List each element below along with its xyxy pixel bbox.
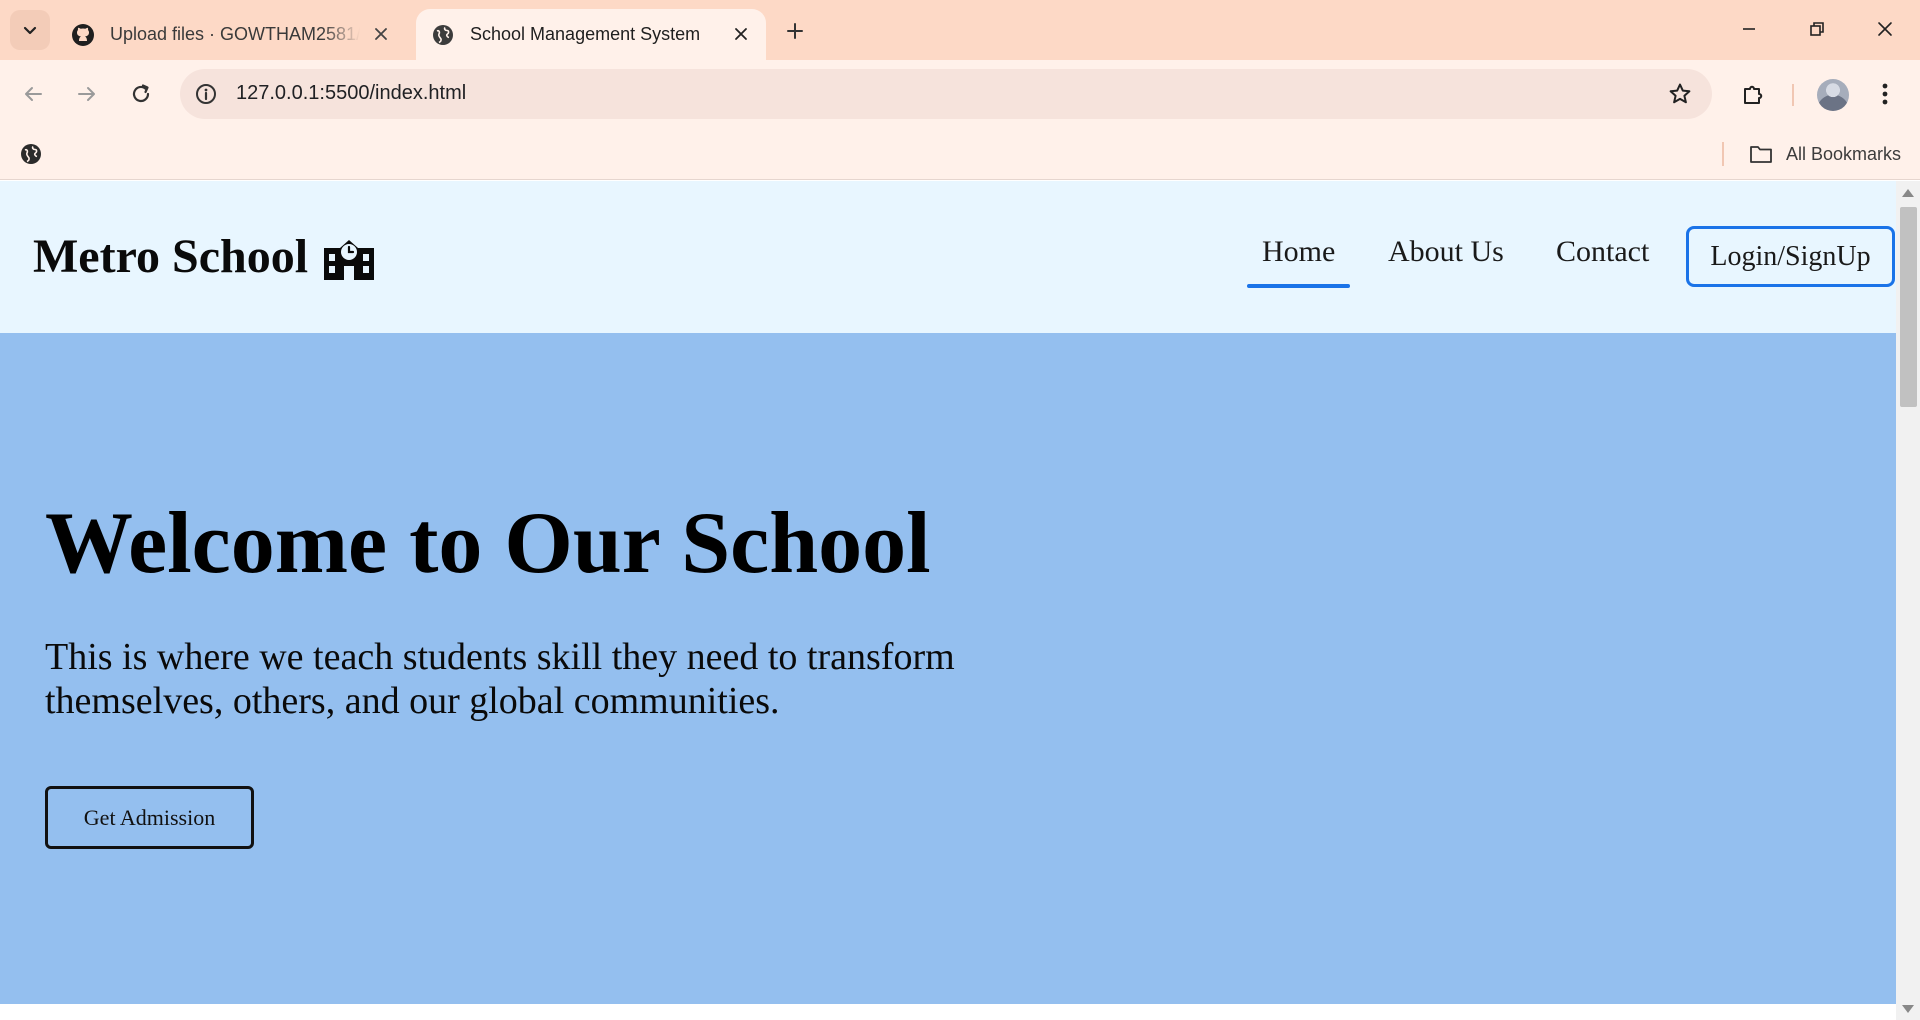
- more-vertical-icon: [1882, 83, 1888, 105]
- site-header: Metro School Home About Us Contact Login…: [0, 181, 1896, 333]
- chevron-down-icon: [23, 26, 37, 35]
- close-icon: [1878, 22, 1892, 36]
- arrow-left-icon: [25, 87, 42, 101]
- bookmarks-bar: All Bookmarks: [0, 128, 1920, 180]
- browser-toolbar: 127.0.0.1:5500/index.html: [0, 60, 1920, 128]
- tab-github-upload[interactable]: Upload files · GOWTHAM2581/: [56, 9, 406, 60]
- minimize-icon: [1743, 28, 1755, 30]
- hero-section: Welcome to Our School This is where we t…: [0, 333, 1896, 1004]
- restore-button[interactable]: [1802, 14, 1832, 44]
- close-tab-icon[interactable]: [730, 23, 752, 45]
- scroll-down-arrow-icon[interactable]: [1902, 1005, 1914, 1013]
- minimize-button[interactable]: [1734, 14, 1764, 44]
- back-button[interactable]: [16, 77, 50, 111]
- tab-school-management[interactable]: School Management System: [416, 9, 766, 60]
- tab-search-button[interactable]: [10, 10, 50, 50]
- scrollbar-thumb[interactable]: [1900, 207, 1917, 407]
- plus-icon: [787, 23, 803, 39]
- hero-description: This is where we teach students skill th…: [45, 636, 955, 722]
- scroll-up-arrow-icon[interactable]: [1902, 189, 1914, 197]
- close-tab-icon[interactable]: [370, 23, 392, 45]
- github-icon: [70, 22, 96, 48]
- nav-about-link[interactable]: About Us: [1388, 235, 1504, 269]
- folder-icon: [1748, 143, 1774, 165]
- tab-title: Upload files · GOWTHAM2581/: [110, 24, 360, 44]
- browser-window: Upload files · GOWTHAM2581/ School Manag…: [0, 0, 1920, 1020]
- profile-avatar[interactable]: [1817, 79, 1849, 111]
- page-bottom-edge: [0, 1004, 1896, 1020]
- extensions-button[interactable]: [1737, 77, 1771, 111]
- close-window-button[interactable]: [1870, 14, 1900, 44]
- reload-icon: [132, 84, 150, 103]
- restore-icon: [1810, 22, 1824, 36]
- toolbar-separator: [1792, 84, 1794, 106]
- get-admission-button[interactable]: Get Admission: [45, 786, 254, 849]
- nav-contact-link[interactable]: Contact: [1556, 235, 1649, 269]
- bookmark-star-icon[interactable]: [1666, 80, 1694, 108]
- url-text[interactable]: 127.0.0.1:5500/index.html: [236, 82, 466, 105]
- page-viewport: Metro School Home About Us Contact Login…: [0, 181, 1896, 1004]
- logo-text: Metro School: [33, 230, 309, 283]
- new-tab-button[interactable]: [780, 16, 810, 46]
- reload-button[interactable]: [124, 77, 158, 111]
- all-bookmarks-button[interactable]: All Bookmarks: [1748, 140, 1901, 168]
- tab-strip: Upload files · GOWTHAM2581/ School Manag…: [0, 0, 1920, 60]
- globe-icon: [430, 22, 456, 48]
- site-logo[interactable]: Metro School: [33, 229, 378, 284]
- browser-menu-button[interactable]: [1868, 77, 1902, 111]
- active-nav-indicator: [1247, 284, 1350, 288]
- arrow-right-icon: [78, 87, 95, 101]
- site-info-icon[interactable]: [192, 80, 220, 108]
- nav-home-link[interactable]: Home: [1262, 235, 1335, 269]
- forward-button[interactable]: [70, 77, 104, 111]
- school-icon: [324, 239, 375, 280]
- login-signup-button[interactable]: Login/SignUp: [1686, 226, 1895, 287]
- tab-title: School Management System: [470, 24, 701, 44]
- page-scrollbar[interactable]: [1896, 181, 1920, 1020]
- puzzle-icon: [1744, 85, 1763, 104]
- hero-title: Welcome to Our School: [45, 495, 931, 592]
- bookmarks-separator: [1722, 142, 1724, 166]
- address-bar[interactable]: 127.0.0.1:5500/index.html: [180, 69, 1712, 119]
- all-bookmarks-label: All Bookmarks: [1786, 143, 1902, 164]
- bookmark-globe-icon[interactable]: [18, 141, 44, 167]
